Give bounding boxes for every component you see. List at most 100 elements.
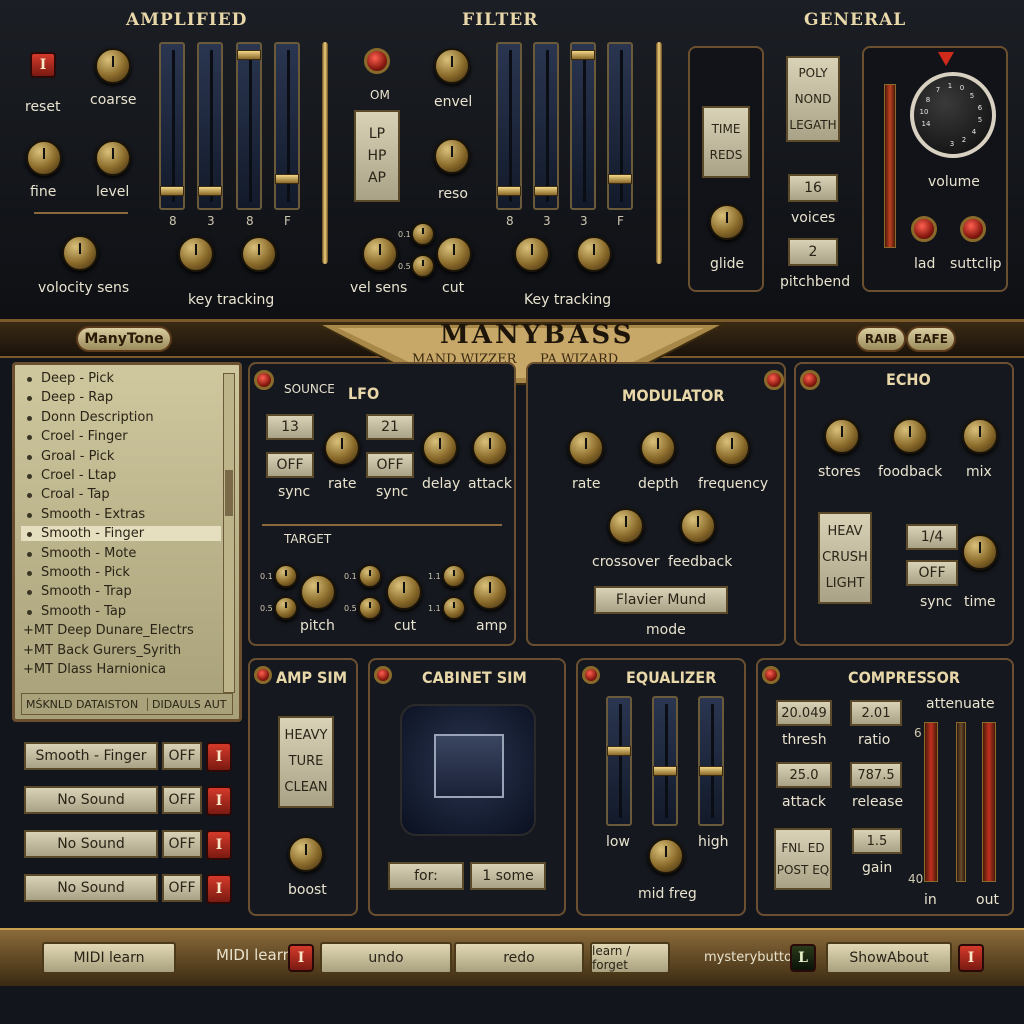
equalizer-led[interactable] xyxy=(582,666,600,684)
lfo-amp-knob[interactable] xyxy=(472,574,508,610)
midi-learn-toggle[interactable]: I xyxy=(288,944,314,972)
echo-time-field[interactable]: 1/4 xyxy=(906,524,958,550)
amp-slider-3[interactable] xyxy=(236,42,262,210)
pitchbend-field[interactable]: 2 xyxy=(788,238,838,266)
crossover-knob[interactable] xyxy=(608,508,644,544)
glide-knob[interactable] xyxy=(709,204,745,240)
modulator-feedback-knob[interactable] xyxy=(680,508,716,544)
reset-button[interactable]: I xyxy=(30,52,56,78)
boost-knob[interactable] xyxy=(288,836,324,872)
preset-footer-right[interactable]: DIDAULS AUT xyxy=(148,698,226,711)
echo-mix-knob[interactable] xyxy=(962,418,998,454)
gain-field[interactable]: 1.5 xyxy=(852,828,902,854)
lad-led[interactable] xyxy=(911,216,937,242)
lfo-amp-mini-1[interactable] xyxy=(442,564,466,588)
cut-knob[interactable] xyxy=(436,236,472,272)
redo-button[interactable]: redo xyxy=(454,942,584,974)
comp-attack-field[interactable]: 25.0 xyxy=(776,762,832,788)
expand-plus-icon[interactable]: + xyxy=(23,643,34,658)
eafe-pill[interactable]: EAFE xyxy=(906,326,956,352)
preset-item[interactable]: Smooth - Tap xyxy=(21,604,221,619)
slot-enable-toggle[interactable]: I xyxy=(206,742,232,772)
lfo-rate-field[interactable]: 13 xyxy=(266,414,314,440)
preset-item[interactable]: Croel - Finger xyxy=(21,429,221,444)
cabinet-display[interactable] xyxy=(400,704,536,836)
amp-slider-1[interactable] xyxy=(159,42,185,210)
amp-slider-4[interactable] xyxy=(274,42,300,210)
modulator-rate-knob[interactable] xyxy=(568,430,604,466)
lfo-amp-mini-2[interactable] xyxy=(442,596,466,620)
echo-led[interactable] xyxy=(800,370,820,390)
amp-slider-2[interactable] xyxy=(197,42,223,210)
cabinet-led[interactable] xyxy=(374,666,392,684)
midi-learn-button-1[interactable]: MIDI learn xyxy=(42,942,176,974)
release-field[interactable]: 787.5 xyxy=(850,762,902,788)
vel-sens-knob[interactable] xyxy=(362,236,398,272)
volume-dial[interactable]: 14 10 8 7 1 0 5 6 5 4 2 3 xyxy=(910,72,996,158)
filter-on-led[interactable] xyxy=(364,48,390,74)
preset-scrollbar-thumb[interactable] xyxy=(225,470,233,516)
voices-field[interactable]: 16 xyxy=(788,174,838,202)
filter-slider-3[interactable] xyxy=(570,42,596,210)
filter-keytrack-knob-1[interactable] xyxy=(514,236,550,272)
lfo-pitch-mini-2[interactable] xyxy=(274,596,298,620)
echo-stores-knob[interactable] xyxy=(824,418,860,454)
filter-slider-2[interactable] xyxy=(533,42,559,210)
lfo-sync2-button[interactable]: OFF xyxy=(366,452,414,478)
filter-slider-1[interactable] xyxy=(496,42,522,210)
echo-sync-button[interactable]: OFF xyxy=(906,560,958,586)
preset-item[interactable]: Deep - Pick xyxy=(21,371,221,386)
slot-off-button[interactable]: OFF xyxy=(162,742,202,770)
amp-sim-type-selector[interactable]: HEAVY TURE CLEAN xyxy=(278,716,334,808)
modulator-mode-select[interactable]: Flavier Mund xyxy=(594,586,728,614)
cabinet-some-field[interactable]: 1 some xyxy=(470,862,546,890)
modulator-led[interactable] xyxy=(764,370,784,390)
lfo-cut-mini-2[interactable] xyxy=(358,596,382,620)
lfo-pitch-mini-1[interactable] xyxy=(274,564,298,588)
preset-item[interactable]: Groal - Pick xyxy=(21,449,221,464)
filter-mini-knob-1[interactable] xyxy=(411,222,435,246)
modulator-frequency-knob[interactable] xyxy=(714,430,750,466)
show-about-button[interactable]: ShowAbout xyxy=(826,942,952,974)
coarse-knob[interactable] xyxy=(95,48,131,84)
lfo-rate-knob[interactable] xyxy=(324,430,360,466)
preset-item[interactable]: Croal - Tap xyxy=(21,487,221,502)
filter-slider-4[interactable] xyxy=(607,42,633,210)
preset-folder[interactable]: +MT Back Gurers_Syrith xyxy=(23,643,181,658)
eq-mid-slider[interactable] xyxy=(652,696,678,826)
modulator-depth-knob[interactable] xyxy=(640,430,676,466)
echo-time-knob[interactable] xyxy=(962,534,998,570)
preset-folder[interactable]: +MT Deep Dunare_Electrs xyxy=(23,623,194,638)
preset-scrollbar[interactable] xyxy=(223,373,235,693)
eq-position-selector[interactable]: FNL ED POST EQ xyxy=(774,828,832,890)
echo-type-selector[interactable]: HEAV CRUSH LIGHT xyxy=(818,512,872,604)
slot-off-button[interactable]: OFF xyxy=(162,874,202,902)
lfo-led[interactable] xyxy=(254,370,274,390)
expand-plus-icon[interactable]: + xyxy=(23,662,34,677)
slot-enable-toggle[interactable]: I xyxy=(206,874,232,904)
level-knob[interactable] xyxy=(95,140,131,176)
suttclip-led[interactable] xyxy=(960,216,986,242)
manytone-pill[interactable]: ManyTone xyxy=(76,326,172,352)
preset-item[interactable]: Smooth - Mote xyxy=(21,546,221,561)
slot-name-field[interactable]: No Sound xyxy=(24,874,158,902)
compressor-led[interactable] xyxy=(762,666,780,684)
eq-low-slider[interactable] xyxy=(606,696,632,826)
slot-name-field[interactable]: No Sound xyxy=(24,786,158,814)
slot-off-button[interactable]: OFF xyxy=(162,786,202,814)
preset-item[interactable]: Croel - Ltap xyxy=(21,468,221,483)
slot-enable-toggle[interactable]: I xyxy=(206,830,232,860)
preset-item[interactable]: Smooth - Trap xyxy=(21,584,221,599)
expand-plus-icon[interactable]: + xyxy=(23,623,34,638)
slot-enable-toggle[interactable]: I xyxy=(206,786,232,816)
echo-foodback-knob[interactable] xyxy=(892,418,928,454)
preset-item[interactable]: Deep - Rap xyxy=(21,390,221,405)
envel-knob[interactable] xyxy=(434,48,470,84)
slot-off-button[interactable]: OFF xyxy=(162,830,202,858)
preset-footer-left[interactable]: MŚKNLD DATAISTON xyxy=(22,697,148,711)
lfo-sync-button[interactable]: OFF xyxy=(266,452,314,478)
fine-knob[interactable] xyxy=(26,140,62,176)
voice-mode-selector[interactable]: POLY NOND LEGATH xyxy=(786,56,840,142)
filter-type-selector[interactable]: LP HP AP xyxy=(354,110,400,202)
velocity-sens-knob[interactable] xyxy=(62,235,98,271)
